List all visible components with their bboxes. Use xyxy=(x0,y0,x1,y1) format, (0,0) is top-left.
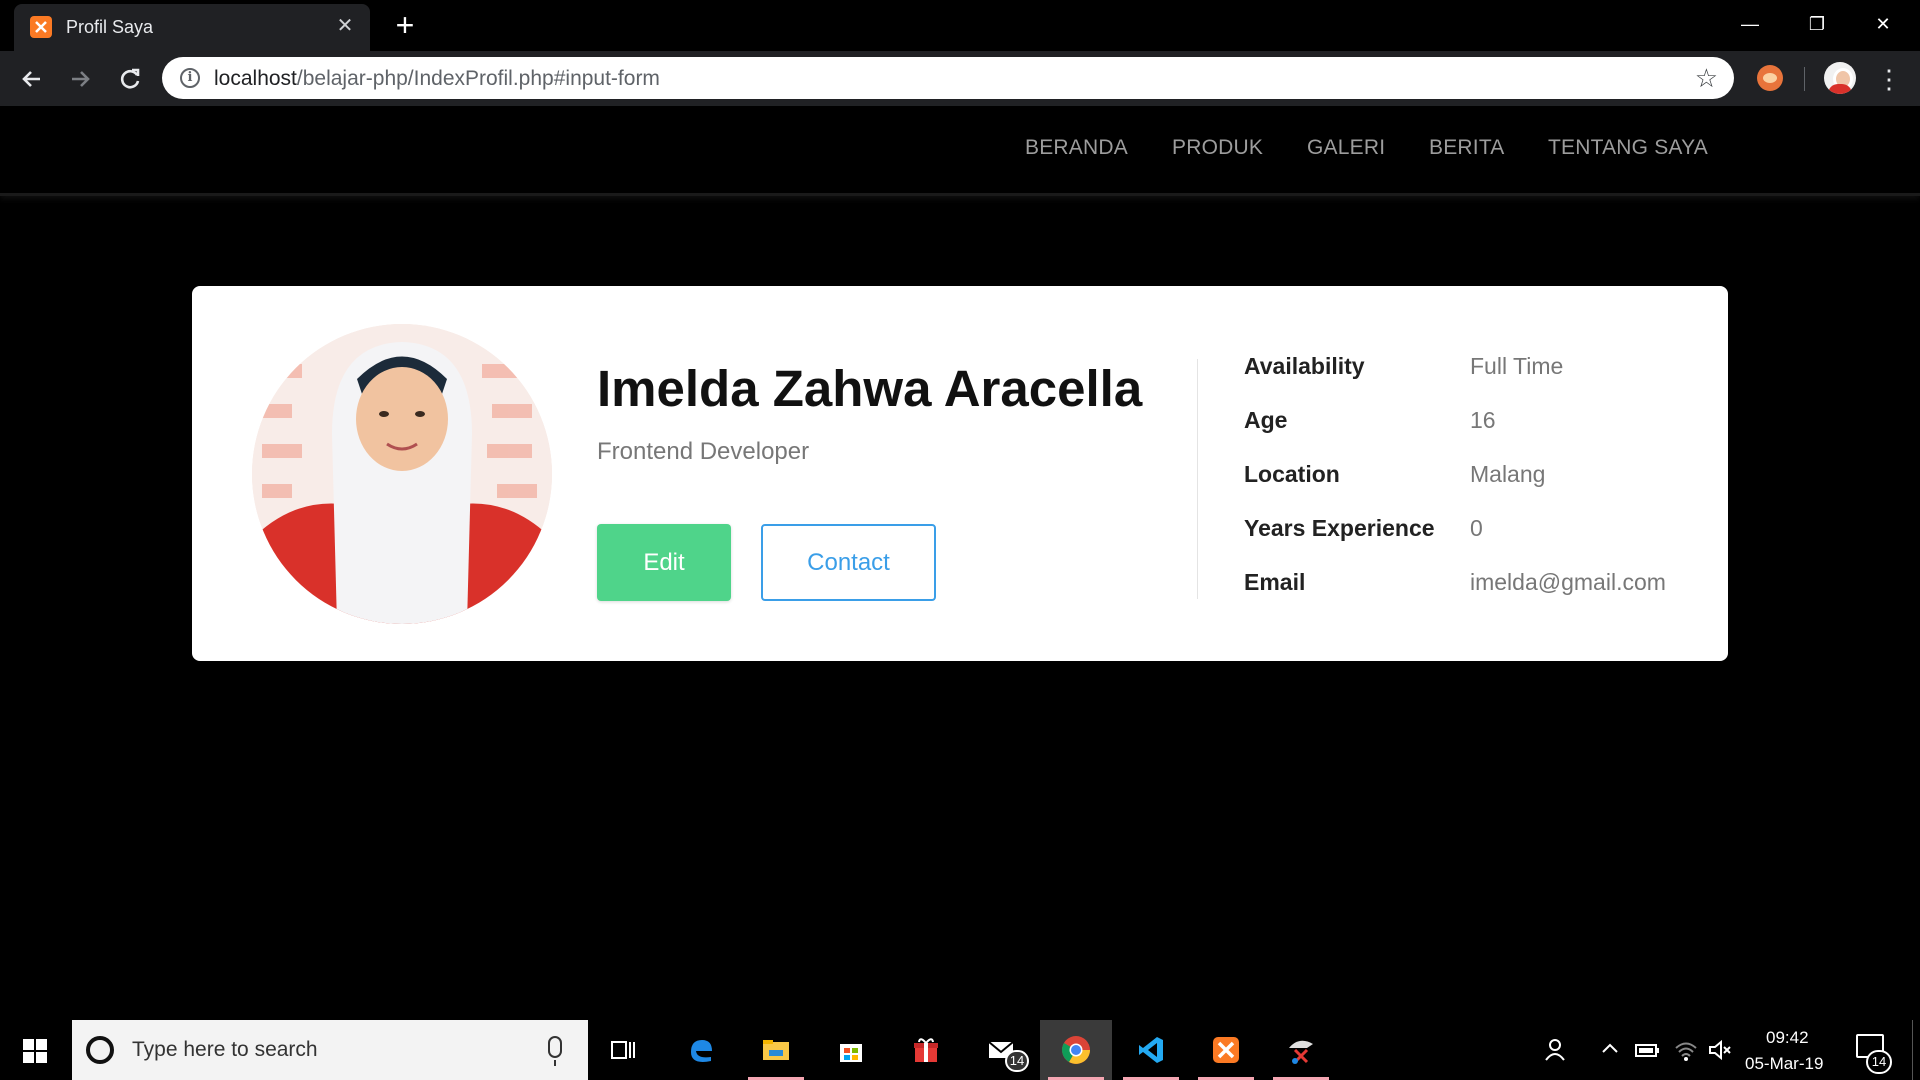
profile-role: Frontend Developer xyxy=(597,438,810,465)
profile-avatar[interactable] xyxy=(1824,62,1856,94)
url-text[interactable]: localhost/belajar-php/IndexProfil.php#in… xyxy=(214,67,660,91)
notification-badge: 14 xyxy=(1866,1050,1892,1074)
tab-title: Profil Saya xyxy=(66,17,154,37)
tab-close-icon[interactable]: ✕ xyxy=(334,15,356,37)
toolbar-divider xyxy=(1804,67,1805,91)
detail-label: Email xyxy=(1244,569,1306,595)
nav-link-tentang-saya[interactable]: TENTANG SAYA xyxy=(1548,136,1708,160)
minimize-button[interactable]: — xyxy=(1720,4,1780,44)
detail-label: Location xyxy=(1244,461,1340,487)
file-explorer-icon[interactable] xyxy=(740,1020,812,1080)
restore-button[interactable]: ❐ xyxy=(1787,4,1847,44)
info-icon[interactable]: i xyxy=(180,68,200,88)
nav-link-berita[interactable]: BERITA xyxy=(1429,136,1505,160)
close-window-button[interactable]: ✕ xyxy=(1853,4,1913,44)
gift-app-icon[interactable] xyxy=(890,1020,962,1080)
forward-icon[interactable] xyxy=(62,61,98,97)
nav-link-produk[interactable]: PRODUK xyxy=(1172,136,1263,160)
xampp-favicon-icon xyxy=(30,16,52,38)
url-host: localhost xyxy=(214,67,297,90)
volume-muted-icon[interactable] xyxy=(1707,1038,1733,1068)
detail-label: Years Experience xyxy=(1244,515,1435,541)
extension-icon[interactable] xyxy=(1757,65,1783,91)
profile-card: Imelda Zahwa Aracella Frontend Developer… xyxy=(192,286,1728,661)
url-path: /belajar-php/IndexProfil.php#input-form xyxy=(296,67,660,90)
new-tab-button[interactable]: + xyxy=(390,8,420,42)
detail-value: Full Time xyxy=(1470,353,1564,379)
windows-start-icon[interactable] xyxy=(0,1020,70,1080)
cortana-icon[interactable] xyxy=(86,1036,114,1064)
show-desktop-button[interactable] xyxy=(1912,1020,1913,1080)
battery-icon[interactable] xyxy=(1634,1038,1660,1068)
back-icon[interactable] xyxy=(14,61,50,97)
windows-taskbar: Type here to search 14 09:42 05-Mar-19 1… xyxy=(0,1020,1920,1080)
taskbar-search-box[interactable]: Type here to search xyxy=(72,1020,588,1080)
detail-row-age: Age 16 xyxy=(1244,407,1704,437)
vscode-icon[interactable] xyxy=(1115,1020,1187,1080)
search-placeholder: Type here to search xyxy=(132,1038,318,1061)
profile-name: Imelda Zahwa Aracella xyxy=(597,360,1143,417)
detail-label: Availability xyxy=(1244,353,1365,379)
reload-icon[interactable] xyxy=(112,61,148,97)
browser-toolbar: i localhost/belajar-php/IndexProfil.php#… xyxy=(0,51,1920,106)
menu-icon[interactable]: ⋮ xyxy=(1876,61,1902,97)
clock-date[interactable]: 05-Mar-19 xyxy=(1745,1054,1823,1074)
store-icon[interactable] xyxy=(815,1020,887,1080)
address-bar[interactable]: i localhost/belajar-php/IndexProfil.php#… xyxy=(162,57,1734,99)
detail-row-location: Location Malang xyxy=(1244,461,1704,491)
page-content: BERANDA PRODUK GALERI BERITA TENTANG SAY… xyxy=(0,106,1920,1020)
detail-value: 0 xyxy=(1470,515,1483,541)
wifi-icon[interactable] xyxy=(1673,1038,1699,1068)
site-navbar: BERANDA PRODUK GALERI BERITA TENTANG SAY… xyxy=(0,106,1920,196)
detail-row-years-experience: Years Experience 0 xyxy=(1244,515,1704,545)
browser-tab[interactable]: Profil Saya ✕ xyxy=(14,4,370,51)
detail-row-email: Email imelda@gmail.com xyxy=(1244,569,1704,599)
detail-row-availability: Availability Full Time xyxy=(1244,353,1704,383)
detail-value: Malang xyxy=(1470,461,1546,487)
mail-badge: 14 xyxy=(1005,1050,1029,1072)
task-view-icon[interactable] xyxy=(588,1020,660,1080)
edge-browser-icon[interactable] xyxy=(665,1020,737,1080)
nav-link-galeri[interactable]: GALERI xyxy=(1307,136,1385,160)
browser-titlebar: Profil Saya ✕ + — ❐ ✕ xyxy=(0,0,1920,51)
xampp-icon[interactable] xyxy=(1190,1020,1262,1080)
chevron-up-icon[interactable] xyxy=(1600,1036,1620,1066)
microphone-icon[interactable] xyxy=(548,1036,562,1066)
profile-photo xyxy=(252,324,552,624)
detail-value: imelda@gmail.com xyxy=(1470,569,1666,595)
detail-value: 16 xyxy=(1470,407,1496,433)
chrome-icon[interactable] xyxy=(1040,1020,1112,1080)
snipping-tool-icon[interactable] xyxy=(1265,1020,1337,1080)
card-divider xyxy=(1197,359,1198,599)
people-icon[interactable] xyxy=(1544,1038,1566,1068)
detail-label: Age xyxy=(1244,407,1288,433)
mail-icon[interactable]: 14 xyxy=(965,1020,1037,1080)
edit-button[interactable]: Edit xyxy=(597,524,731,601)
star-icon[interactable]: ☆ xyxy=(1695,63,1718,94)
contact-button[interactable]: Contact xyxy=(761,524,936,601)
clock-time[interactable]: 09:42 xyxy=(1766,1028,1809,1048)
nav-link-beranda[interactable]: BERANDA xyxy=(1025,136,1128,160)
